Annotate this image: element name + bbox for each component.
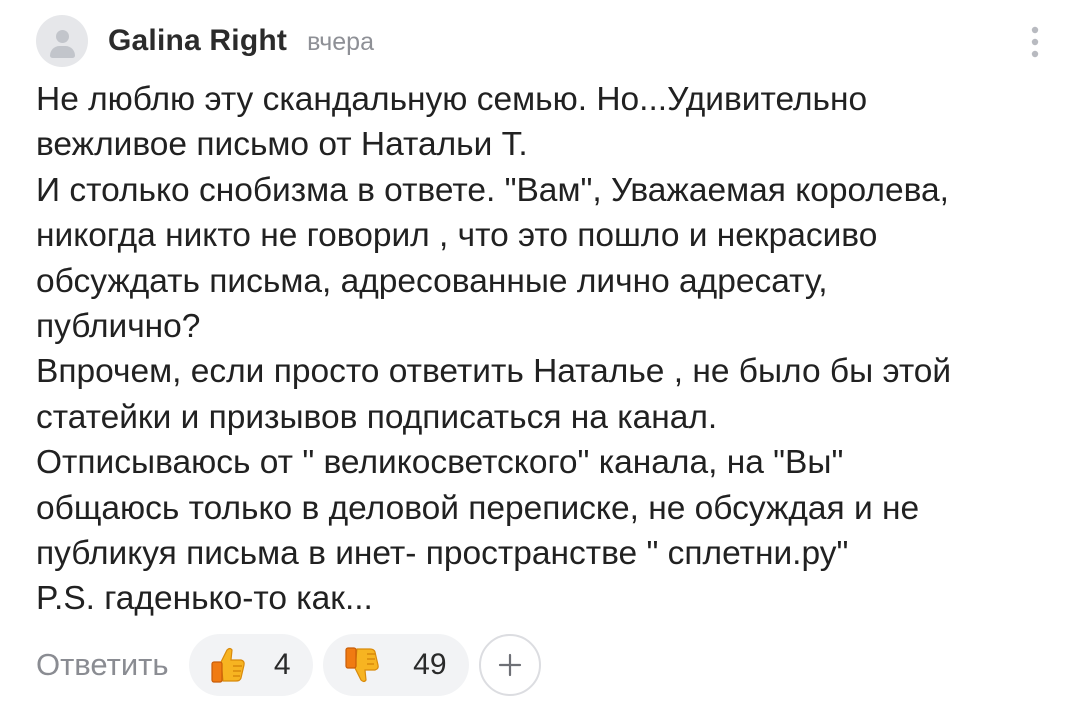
comment-time: вчера: [307, 28, 374, 56]
like-count: 4: [273, 648, 291, 681]
comment-text: Не люблю эту скандальную семью. Но...Уди…: [36, 77, 1046, 622]
comment-card: Galina Right вчера Не люблю эту скандаль…: [0, 0, 1080, 711]
comment-line: Впрочем, если просто ответить Наталье , …: [36, 353, 952, 391]
thumbs-down-emoji-icon: [344, 647, 379, 683]
comment-line: Отписываюсь от " великосветского" канала…: [36, 444, 844, 482]
comment-line: вежливое письмо от Натальи Т.: [36, 126, 528, 164]
thumbs-up-emoji-icon: [210, 647, 245, 683]
like-reaction-button[interactable]: 4: [188, 634, 313, 696]
comment-line: никогда никто не говорил , что это пошло…: [36, 217, 878, 255]
comment-line: Не люблю эту скандальную семью. Но...Уди…: [36, 81, 868, 118]
comment-line: статейки и призывов подписаться на канал…: [36, 398, 718, 436]
author-name[interactable]: Galina Right: [108, 24, 287, 58]
dislike-reaction-button[interactable]: 49: [322, 634, 469, 696]
vertical-dots-icon: [1031, 26, 1039, 58]
avatar-placeholder-icon: [56, 30, 69, 43]
comment-line: P.S. гаденько-то как...: [36, 580, 373, 618]
reply-button[interactable]: Ответить: [36, 647, 169, 683]
plus-icon: [498, 653, 521, 677]
comment-header: Galina Right вчера: [36, 14, 374, 68]
add-reaction-button[interactable]: [478, 634, 541, 696]
comment-actions: Ответить 4 49: [36, 632, 541, 698]
avatar[interactable]: [36, 15, 88, 67]
comment-line: публично?: [36, 308, 201, 346]
more-options-button[interactable]: [1020, 22, 1050, 62]
comment-line: И столько снобизма в ответе. "Вам", Уваж…: [36, 171, 949, 209]
comment-line: обсуждать письма, адресованные лично адр…: [36, 262, 828, 300]
dislike-count: 49: [413, 648, 447, 681]
comment-line: публикуя письма в инет- пространстве " с…: [36, 535, 849, 573]
comment-line: общаюсь только в деловой переписке, не о…: [36, 489, 920, 527]
